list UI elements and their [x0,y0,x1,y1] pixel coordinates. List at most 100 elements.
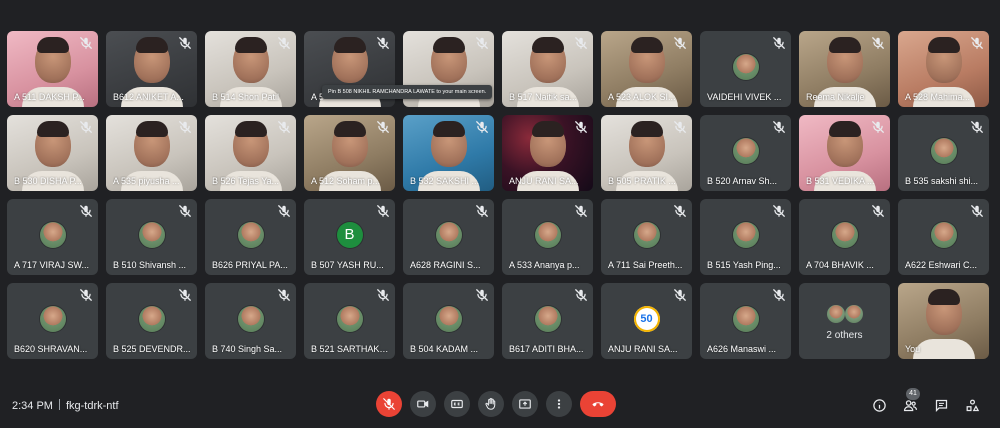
participant-name: A628 RAGINI S... [410,260,481,270]
participant-tile[interactable]: A626 Manaswi ... [700,283,791,359]
avatar: 50 [633,306,660,332]
participant-tile[interactable]: B617 ADITI BHA... [502,283,593,359]
participant-name: Reema Nikalje [806,92,865,102]
participant-tile[interactable]: B 531 VEDIKA ... [799,115,890,191]
mic-off-icon [574,288,588,302]
mic-off-icon [970,36,984,50]
mic-off-icon [178,36,192,50]
mic-off-icon [178,288,192,302]
participant-video-face [133,37,170,83]
participant-tile[interactable]: A 535 piyusha ... [106,115,197,191]
raise-hand-button[interactable] [478,391,504,417]
participant-tile[interactable]: A 511 DAKSH P... [7,31,98,107]
avatar: B [336,222,363,248]
mic-off-icon [79,204,93,218]
participant-tile[interactable]: B 514 Shon Patil [205,31,296,107]
mic-off-icon [79,120,93,134]
participant-tile[interactable]: A 711 Sai Preeth... [601,199,692,275]
participant-tile[interactable]: B612 ANIKET A... [106,31,197,107]
participant-tile[interactable]: B 525 DEVENDR... [106,283,197,359]
participant-video-face [925,37,962,83]
participant-video-face [529,121,566,167]
activities-button[interactable] [964,397,980,413]
meeting-info: 2:34 PM fkg-tdrk-ntf [12,399,119,412]
participant-tile[interactable]: A 717 VIRAJ SW... [7,199,98,275]
avatar [534,222,561,248]
participant-tile[interactable]: B 517 Naitik sa... [502,31,593,107]
meeting-details-button[interactable] [871,397,887,413]
participant-tile[interactable]: A 528 Mahima... [898,31,989,107]
mic-off-icon [178,120,192,134]
others-label: 2 others [826,330,863,341]
avatar [237,222,264,248]
participant-tile[interactable]: A 704 BHAVIK ... [799,199,890,275]
participant-tile[interactable]: B 535 sakshi shi... [898,115,989,191]
avatar [237,306,264,332]
participant-name: A 704 BHAVIK ... [806,260,874,270]
participant-tile[interactable]: B 520 Arnav Sh... [700,115,791,191]
captions-button[interactable] [444,391,470,417]
avatar [138,222,165,248]
avatar [831,222,858,248]
participant-name: B 532 SAKSHI ... [410,176,480,186]
participant-name: B620 SHRAVAN... [14,344,88,354]
mic-off-icon [376,204,390,218]
mic-off-icon [277,36,291,50]
participant-tile[interactable]: B626 PRIYAL PA... [205,199,296,275]
participant-name: B 521 SARTHAK ... [311,344,389,354]
participant-tile[interactable]: B 510 Shivansh ... [106,199,197,275]
participant-tile[interactable]: 50 ANJU RANI SA... [601,283,692,359]
avatar [732,138,759,164]
participant-tile[interactable]: A622 Eshwari C... [898,199,989,275]
participant-name: A 711 Sai Preeth... [608,260,683,270]
mic-off-icon [475,204,489,218]
participant-name: A 511 DAKSH P... [14,92,85,102]
participant-tile[interactable]: Reema Nikalje [799,31,890,107]
participant-name: B 526 Tejas Ya... [212,176,280,186]
participant-name: A622 Eshwari C... [905,260,978,270]
camera-toggle-button[interactable] [410,391,436,417]
participant-name: A 717 VIRAJ SW... [14,260,90,270]
participant-tile[interactable]: 2 others [799,283,890,359]
participant-tile[interactable]: B 532 SAKSHI ... [403,115,494,191]
participant-tile[interactable]: A 523 ALOK SI... [601,31,692,107]
participant-tile[interactable]: B 505 PRATIK ... [601,115,692,191]
participant-video-face [925,289,962,335]
mic-off-icon [376,120,390,134]
participant-tile[interactable]: VAIDEHI VIVEK ... [700,31,791,107]
mic-off-icon [475,288,489,302]
chat-icon [935,399,947,412]
avatar [336,306,363,332]
meeting-code[interactable]: fkg-tdrk-ntf [66,400,119,412]
participant-tile[interactable]: B 521 SARTHAK ... [304,283,395,359]
participant-tile[interactable]: A 533 Ananya p... [502,199,593,275]
participant-tile[interactable]: You [898,283,989,359]
participant-tile[interactable]: A 512 Soham p... [304,115,395,191]
mic-off-icon [772,120,786,134]
leave-call-button[interactable] [580,391,616,417]
participant-tile[interactable]: B620 SHRAVAN... [7,283,98,359]
avatar [845,305,863,323]
participant-name: B 531 VEDIKA ... [806,176,875,186]
participant-tile[interactable]: B 504 KADAM ... [403,283,494,359]
mic-off-icon [574,36,588,50]
chat-button[interactable] [933,397,949,413]
participant-video-face [34,37,71,83]
participant-tile[interactable]: A628 RAGINI S... [403,199,494,275]
participant-tile[interactable]: B B 507 YASH RU... [304,199,395,275]
avatar [435,306,462,332]
present-screen-button[interactable] [512,391,538,417]
mic-off-icon [772,288,786,302]
participant-name: B 507 YASH RU... [311,260,384,270]
mic-off-icon [673,36,687,50]
participant-tile[interactable]: B 530 DISHA P... [7,115,98,191]
avatar [930,222,957,248]
participant-tile[interactable]: B 515 Yash Ping... [700,199,791,275]
more-options-button[interactable] [546,391,572,417]
participant-tile[interactable]: ANJU RANI SA... [502,115,593,191]
participant-tile[interactable]: B 740 Singh Sa... [205,283,296,359]
info-icon [872,398,886,412]
mic-toggle-button[interactable] [376,391,402,417]
participant-video-face [34,121,71,167]
participant-tile[interactable]: B 526 Tejas Ya... [205,115,296,191]
